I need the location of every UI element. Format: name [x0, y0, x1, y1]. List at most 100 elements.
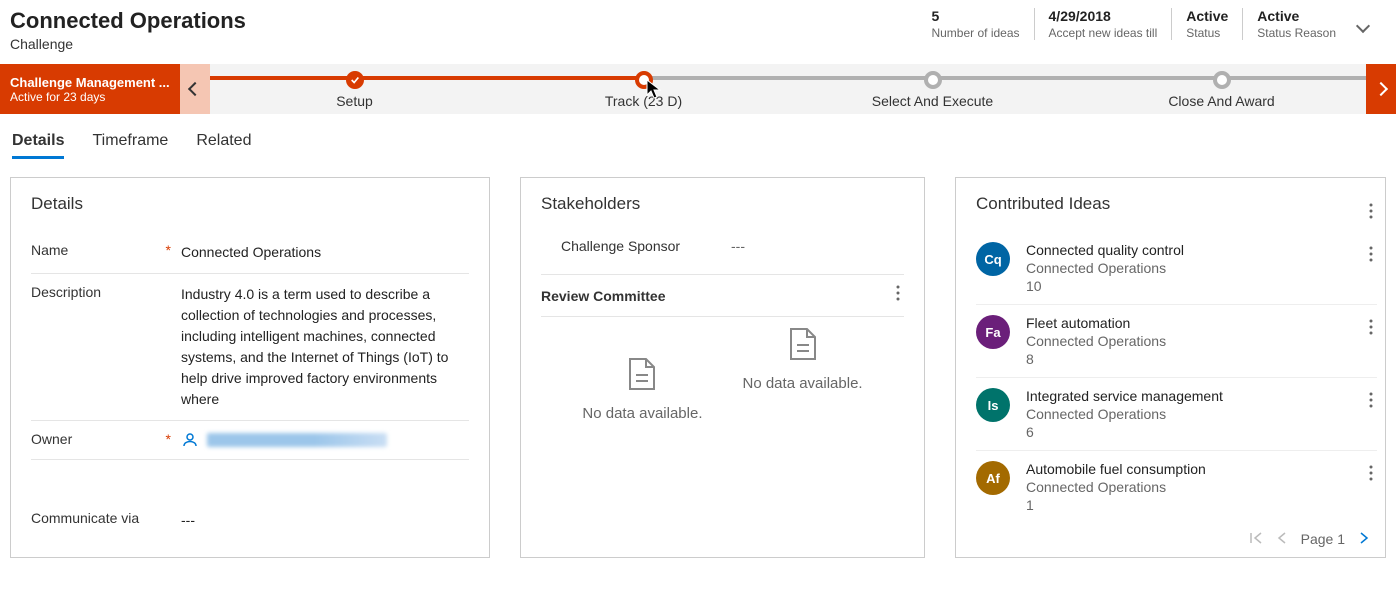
field-name-value: Connected Operations — [181, 242, 469, 263]
idea-title: Fleet automation — [1026, 315, 1365, 331]
stage-circle-icon — [924, 71, 942, 89]
review-committee-title: Review Committee — [541, 288, 665, 304]
header-expand-button[interactable] — [1350, 8, 1376, 44]
pager-first-button[interactable] — [1249, 531, 1263, 547]
active-stage-circle-icon — [635, 71, 653, 89]
idea-row[interactable]: Cq Connected quality control Connected Ope… — [976, 232, 1377, 305]
idea-more-button[interactable] — [1365, 388, 1377, 415]
idea-row[interactable]: Af Automobile fuel consumption Connected O… — [976, 451, 1377, 523]
idea-more-button[interactable] — [1365, 461, 1377, 488]
prev-page-icon — [1277, 532, 1287, 544]
field-communicate-value: --- — [181, 510, 469, 531]
idea-count: 1 — [1026, 497, 1365, 513]
stat-ideas-value: 5 — [931, 8, 1019, 24]
idea-subtitle: Connected Operations — [1026, 479, 1365, 495]
next-page-icon — [1359, 532, 1369, 544]
committee-more-button[interactable] — [892, 285, 904, 306]
idea-title: Connected quality control — [1026, 242, 1365, 258]
ideas-panel-title: Contributed Ideas — [976, 194, 1365, 214]
stat-status-label: Status — [1186, 26, 1228, 40]
details-panel-title: Details — [31, 194, 469, 214]
stat-reason-value: Active — [1257, 8, 1336, 24]
ideas-panel: Contributed Ideas Cq Connected quality co… — [955, 177, 1386, 558]
idea-title: Integrated service management — [1026, 388, 1365, 404]
process-prev-button[interactable] — [180, 64, 210, 114]
no-data-text: No data available. — [582, 405, 702, 422]
idea-avatar: Af — [976, 461, 1010, 495]
form-tabs: Details Timeframe Related — [0, 114, 1396, 159]
pager-prev-button[interactable] — [1277, 531, 1287, 547]
field-communicate-label: Communicate via — [31, 510, 139, 526]
entity-name: Challenge — [10, 36, 917, 52]
process-next-button[interactable] — [1366, 64, 1396, 114]
header-stats: 5 Number of ideas 4/29/2018 Accept new ide… — [917, 8, 1350, 40]
idea-more-button[interactable] — [1365, 242, 1377, 269]
pager-next-button[interactable] — [1359, 531, 1369, 547]
stakeholders-panel-title: Stakeholders — [541, 194, 904, 214]
record-header: Connected Operations Challenge 5 Number o… — [0, 0, 1396, 64]
stage-close-award[interactable]: Close And Award — [1077, 69, 1366, 109]
field-description[interactable]: Description Industry 4.0 is a term used … — [31, 274, 469, 421]
idea-title: Automobile fuel consumption — [1026, 461, 1365, 477]
check-icon — [346, 71, 364, 89]
ideas-more-button[interactable] — [1365, 203, 1377, 224]
pager-page-label: Page 1 — [1301, 531, 1345, 547]
more-vertical-icon — [1369, 246, 1373, 262]
tab-related[interactable]: Related — [196, 132, 251, 159]
idea-more-button[interactable] — [1365, 315, 1377, 342]
field-challenge-sponsor[interactable]: Challenge Sponsor --- — [541, 232, 904, 274]
idea-subtitle: Connected Operations — [1026, 406, 1365, 422]
idea-row[interactable]: Fa Fleet automation Connected Operations 8 — [976, 305, 1377, 378]
stakeholders-panel: Stakeholders Challenge Sponsor --- Revie… — [520, 177, 925, 558]
chevron-down-icon — [1356, 19, 1370, 33]
stage-setup[interactable]: Setup — [210, 69, 499, 109]
no-data-text: No data available. — [743, 375, 863, 392]
process-flow-header[interactable]: Challenge Management ... Active for 23 d… — [0, 64, 180, 114]
main-content: Details Name* Connected Operations Descr… — [0, 159, 1396, 568]
more-vertical-icon — [1369, 392, 1373, 408]
idea-avatar: Is — [976, 388, 1010, 422]
idea-avatar: Fa — [976, 315, 1010, 349]
tab-details[interactable]: Details — [12, 132, 64, 159]
document-icon — [789, 327, 817, 361]
chevron-right-icon — [1374, 82, 1388, 96]
tab-timeframe[interactable]: Timeframe — [92, 132, 168, 159]
chevron-left-icon — [188, 82, 202, 96]
person-icon — [181, 431, 199, 449]
field-owner-value — [207, 433, 387, 447]
field-sponsor-value: --- — [731, 238, 745, 254]
stage-track-stage[interactable]: Track (23 D) — [499, 69, 788, 109]
stat-accept-value: 4/29/2018 — [1049, 8, 1158, 24]
first-page-icon — [1249, 532, 1263, 544]
more-vertical-icon — [1369, 203, 1373, 219]
business-process-flow: Challenge Management ... Active for 23 d… — [0, 64, 1396, 114]
field-communicate-via[interactable]: Communicate via --- — [31, 500, 469, 541]
idea-row[interactable]: Is Integrated service management Connected… — [976, 378, 1377, 451]
stage-select-execute[interactable]: Select And Execute — [788, 69, 1077, 109]
field-sponsor-label: Challenge Sponsor — [561, 238, 731, 254]
idea-count: 6 — [1026, 424, 1365, 440]
review-committee-header: Review Committee — [541, 274, 904, 317]
ideas-pagination: Page 1 — [1249, 531, 1369, 547]
idea-avatar: Cq — [976, 242, 1010, 276]
page-title: Connected Operations — [10, 8, 917, 34]
field-owner[interactable]: Owner* — [31, 421, 469, 460]
idea-count: 8 — [1026, 351, 1365, 367]
field-description-value: Industry 4.0 is a term used to describe … — [181, 284, 469, 410]
stat-ideas-label: Number of ideas — [931, 26, 1019, 40]
process-flow-name: Challenge Management ... — [10, 75, 170, 90]
field-name[interactable]: Name* Connected Operations — [31, 232, 469, 274]
idea-subtitle: Connected Operations — [1026, 333, 1365, 349]
field-name-label: Name — [31, 242, 68, 258]
stage-circle-icon — [1213, 71, 1231, 89]
document-icon — [628, 357, 656, 391]
required-icon: * — [166, 431, 181, 447]
stat-reason-label: Status Reason — [1257, 26, 1336, 40]
idea-subtitle: Connected Operations — [1026, 260, 1365, 276]
process-flow-duration: Active for 23 days — [10, 90, 170, 104]
details-panel: Details Name* Connected Operations Descr… — [10, 177, 490, 558]
more-vertical-icon — [896, 285, 900, 301]
stat-accept-label: Accept new ideas till — [1049, 26, 1158, 40]
idea-count: 10 — [1026, 278, 1365, 294]
ideas-list: Cq Connected quality control Connected Ope… — [976, 232, 1377, 523]
